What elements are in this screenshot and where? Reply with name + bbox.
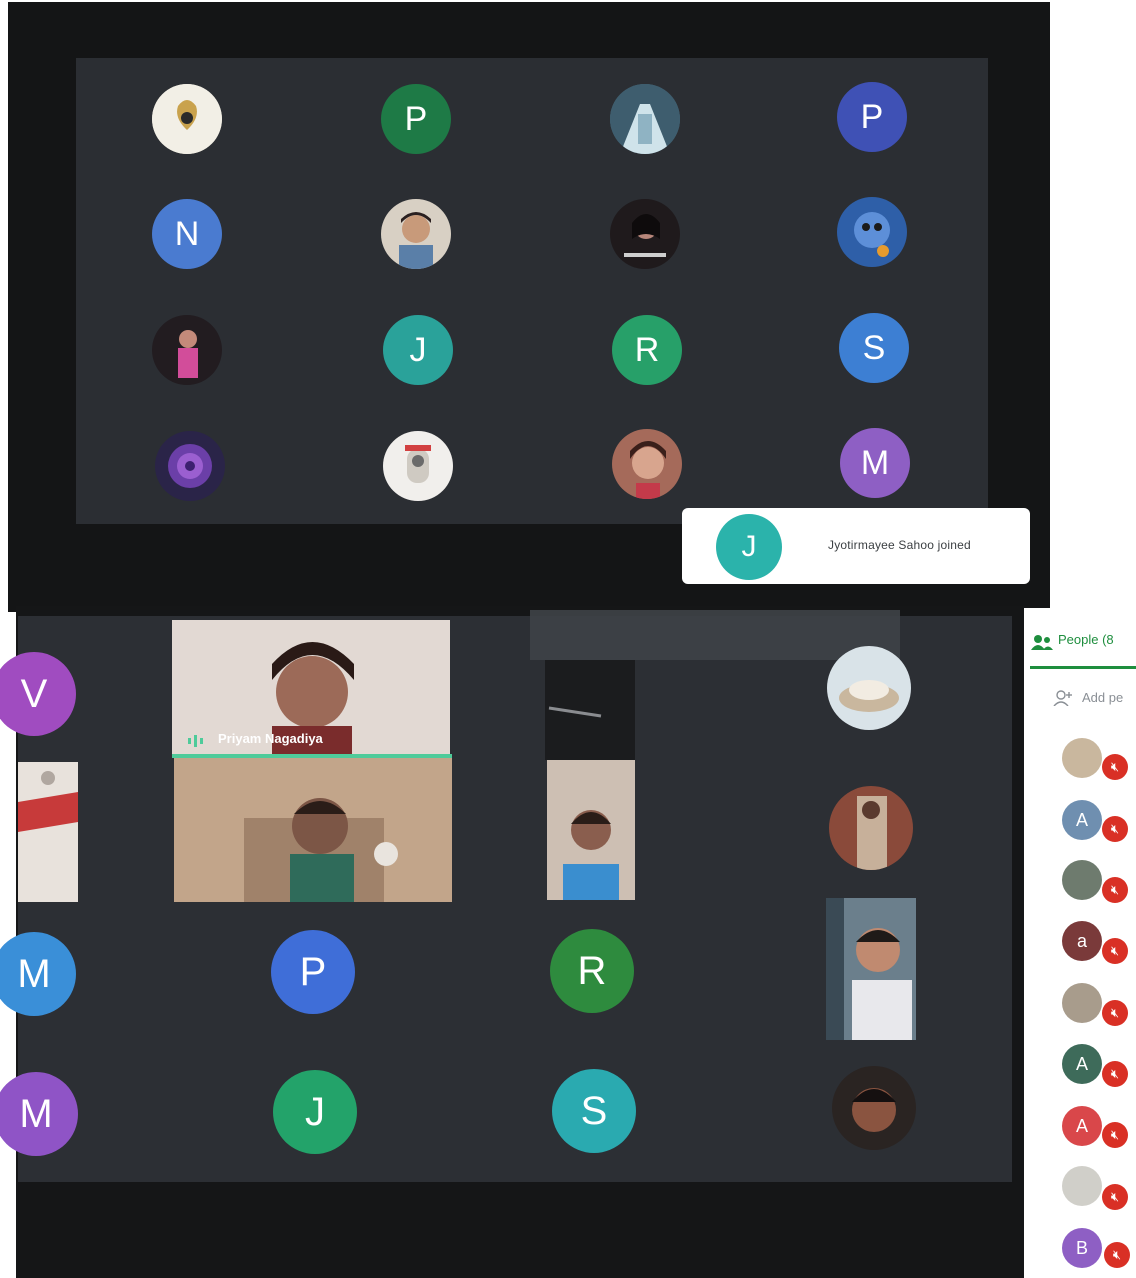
avatar-initial: J — [741, 530, 757, 563]
participant-avatar[interactable] — [152, 315, 222, 385]
participant-avatar[interactable]: P — [837, 82, 907, 152]
people-list-avatar — [1062, 738, 1102, 778]
avatar-initial: a — [1076, 930, 1087, 951]
add-person-icon[interactable] — [1052, 690, 1074, 711]
profile-photo-icon — [829, 786, 913, 870]
people-list-avatar: a — [1062, 921, 1102, 961]
participant-avatar[interactable] — [610, 84, 680, 154]
avatar-initial: S — [580, 1088, 608, 1133]
people-list-avatar — [1062, 860, 1102, 900]
profile-photo-icon — [155, 431, 225, 501]
camera-feed — [826, 898, 916, 1040]
participant-avatar[interactable]: M — [840, 428, 910, 498]
participant-avatar[interactable]: N — [152, 199, 222, 269]
avatar-initial: M — [860, 443, 890, 482]
speaking-icon — [186, 734, 210, 752]
profile-photo-icon — [827, 646, 911, 730]
camera-feed — [18, 762, 78, 902]
mic-off-icon[interactable]: 🔇︎ — [1102, 1000, 1128, 1026]
avatar-initial: M — [19, 1091, 53, 1136]
people-list-avatar — [1062, 983, 1102, 1023]
participant-avatar[interactable]: S — [839, 313, 909, 383]
camera-feed — [547, 760, 635, 900]
participant-avatar[interactable]: R — [550, 929, 634, 1013]
mic-off-icon[interactable]: 🔇︎ — [1102, 1184, 1128, 1210]
participant-avatar[interactable]: S — [552, 1069, 636, 1153]
add-people-button[interactable]: Add pe — [1082, 690, 1123, 705]
participant-avatar[interactable] — [832, 1066, 916, 1150]
participant-avatar[interactable] — [152, 84, 222, 154]
avatar-initial: V — [20, 671, 48, 716]
avatar-initial: A — [1075, 809, 1088, 830]
avatar-initial: M — [17, 951, 51, 996]
avatar-initial: S — [862, 328, 886, 367]
participant-avatar[interactable]: J — [383, 315, 453, 385]
participant-avatar[interactable] — [612, 429, 682, 499]
avatar-initial: P — [404, 99, 428, 138]
participant-avatar[interactable] — [610, 199, 680, 269]
participant-avatar[interactable] — [837, 197, 907, 267]
avatar-initial: N — [174, 214, 200, 253]
participant-avatar[interactable]: J — [273, 1070, 357, 1154]
avatar-initial: B — [1075, 1237, 1088, 1258]
participant-avatar[interactable] — [381, 199, 451, 269]
participant-avatar[interactable] — [155, 431, 225, 501]
video-tile[interactable] — [547, 760, 635, 900]
tab-underline — [1030, 666, 1136, 669]
avatar-initial: A — [1075, 1053, 1088, 1074]
mic-off-icon[interactable]: 🔇︎ — [1102, 938, 1128, 964]
people-icon — [1030, 634, 1054, 655]
video-tile-dark[interactable] — [545, 660, 635, 760]
mic-off-icon[interactable]: 🔇︎ — [1102, 1122, 1128, 1148]
avatar-initial: J — [305, 1089, 325, 1134]
video-tile[interactable] — [174, 758, 452, 902]
profile-photo-icon — [832, 1066, 916, 1150]
profile-photo-icon — [381, 199, 451, 269]
people-list-avatar: A — [1062, 1106, 1102, 1146]
profile-photo-icon — [610, 84, 680, 154]
mic-off-icon[interactable]: 🔇︎ — [1102, 1061, 1128, 1087]
avatar-initial: P — [860, 97, 884, 136]
toast-avatar: J — [716, 514, 782, 580]
profile-photo-icon — [610, 199, 680, 269]
people-list-avatar: A — [1062, 1044, 1102, 1084]
mic-off-icon[interactable]: 🔇︎ — [1104, 1242, 1130, 1268]
participant-name-label: Priyam Nagadiya — [218, 731, 323, 746]
participant-avatar[interactable]: P — [381, 84, 451, 154]
avatar-initial: A — [1075, 1115, 1088, 1136]
participant-avatar[interactable]: R — [612, 315, 682, 385]
tab-people[interactable]: People (8 — [1058, 632, 1114, 647]
participant-avatar[interactable] — [829, 786, 913, 870]
people-list-avatar: B — [1062, 1228, 1102, 1268]
participant-avatar[interactable]: P — [271, 930, 355, 1014]
mic-off-icon[interactable]: 🔇︎ — [1102, 877, 1128, 903]
video-tile[interactable] — [18, 762, 78, 902]
camera-feed — [545, 660, 635, 760]
avatar-initial: P — [299, 949, 327, 994]
people-list-avatar: A — [1062, 800, 1102, 840]
join-notification-text: Jyotirmayee Sahoo joined — [828, 538, 971, 552]
profile-photo-icon — [612, 429, 682, 499]
profile-photo-icon — [152, 84, 222, 154]
mic-off-icon[interactable]: 🔇︎ — [1102, 816, 1128, 842]
profile-photo-icon — [383, 431, 453, 501]
people-list-avatar — [1062, 1166, 1102, 1206]
participant-avatar[interactable] — [827, 646, 911, 730]
avatar-initial: R — [577, 948, 607, 993]
profile-photo-icon — [152, 315, 222, 385]
mic-off-icon[interactable]: 🔇︎ — [1102, 754, 1128, 780]
video-tile[interactable] — [826, 898, 916, 1040]
avatar-initial: R — [634, 330, 660, 369]
profile-photo-icon — [837, 197, 907, 267]
camera-feed — [174, 758, 452, 902]
participant-avatar[interactable] — [383, 431, 453, 501]
avatar-initial: J — [409, 330, 427, 369]
